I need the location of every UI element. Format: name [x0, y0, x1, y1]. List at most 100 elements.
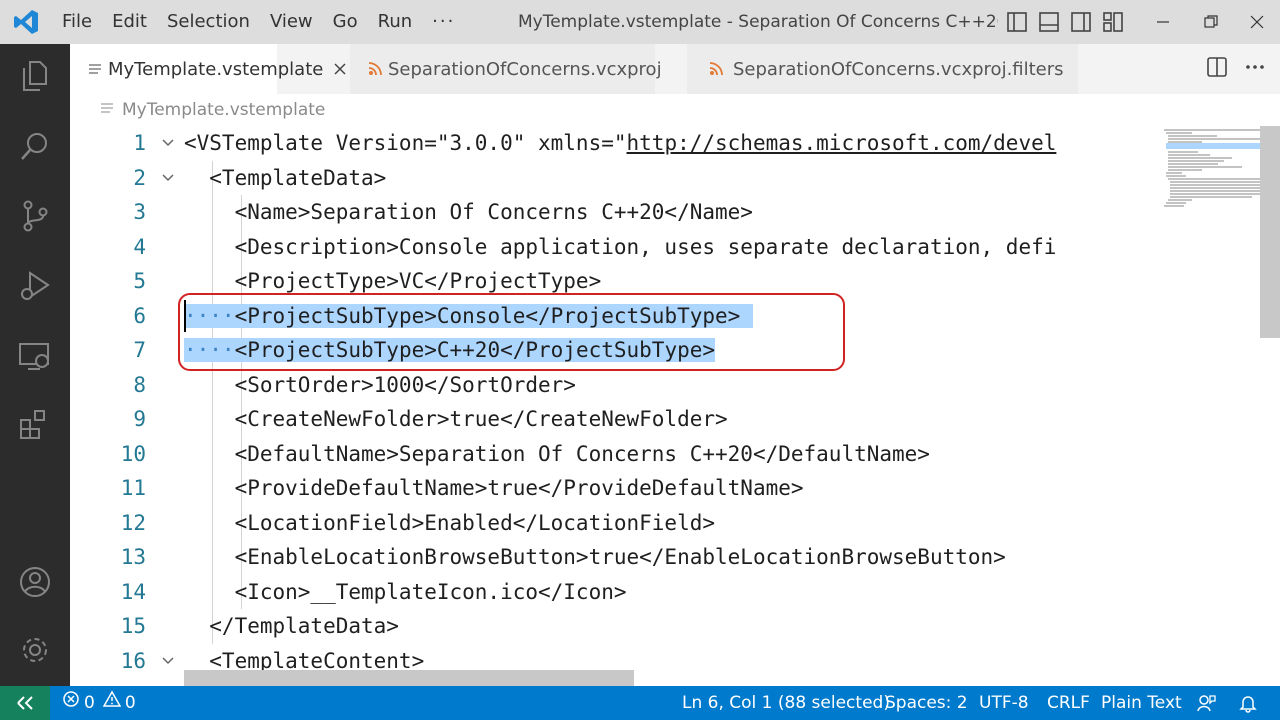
line-number: 11: [120, 476, 146, 500]
split-editor-icon[interactable]: [1206, 56, 1228, 82]
restore-icon[interactable]: [1188, 0, 1234, 44]
close-window-icon[interactable]: [1234, 0, 1280, 44]
tab-vcxproj-filters[interactable]: SeparationOfConcerns.vcxproj.filters: [687, 44, 1079, 94]
search-icon[interactable]: [0, 116, 70, 176]
code-line[interactable]: <ProvideDefaultName>true</ProvideDefault…: [184, 471, 804, 505]
code-line[interactable]: <EnableLocationBrowseButton>true</Enable…: [184, 540, 1006, 574]
file-lines-icon: [88, 62, 102, 76]
layout-controls: [1004, 0, 1126, 44]
fold-chevron-down-icon[interactable]: [160, 170, 176, 186]
namespace-url-link[interactable]: http://schemas.microsoft.com/devel: [627, 131, 1057, 155]
code-text: <Icon>__TemplateIcon.ico</Icon>: [184, 579, 627, 604]
encoding[interactable]: UTF-8: [979, 686, 1029, 720]
line-number: 4: [133, 234, 146, 259]
extensions-icon[interactable]: [0, 394, 70, 454]
menu-selection[interactable]: Selection: [157, 0, 260, 44]
code-area[interactable]: <VSTemplate Version="3.0.0" xmlns="http:…: [184, 126, 1158, 686]
line-number: 8: [133, 372, 146, 397]
line-number: 9: [133, 407, 146, 431]
indentation[interactable]: Spaces: 2: [885, 686, 968, 720]
run-debug-icon[interactable]: [0, 256, 70, 316]
source-control-icon[interactable]: [0, 186, 70, 246]
menu-go[interactable]: Go: [323, 0, 368, 44]
status-bar: 0 0 Ln 6, Col 1 (88 selected) Spaces: 2 …: [0, 686, 1280, 720]
more-actions-icon[interactable]: [1244, 56, 1266, 82]
explorer-icon[interactable]: [0, 46, 70, 106]
code-text: <EnableLocationBrowseButton>true</Enable…: [184, 545, 1006, 569]
error-count: 0: [84, 693, 95, 713]
menu-run[interactable]: Run: [368, 0, 423, 44]
code-editor[interactable]: 1 2 3 4 5 6 7 8 9 10 11 12 13 14 15 16 <VSTemplate Vers…: [70, 126, 1158, 686]
rss-icon: [705, 62, 727, 76]
line-number: 7: [133, 338, 146, 362]
window-title: MyTemplate.vstemplate - Separation Of Co…: [518, 12, 998, 32]
line-number: 14: [120, 579, 146, 604]
code-line[interactable]: <CreateNewFolder>true</CreateNewFolder>: [184, 402, 728, 436]
code-text: <DefaultName>Separation Of Concerns C++2…: [184, 441, 930, 466]
customize-layout-icon[interactable]: [1100, 9, 1126, 35]
editor-actions: [1206, 44, 1266, 94]
line-number: 6: [133, 303, 146, 328]
horizontal-scrollbar[interactable]: [184, 670, 634, 686]
language-mode[interactable]: Plain Text: [1101, 686, 1182, 720]
line-number: 1: [133, 131, 146, 155]
code-text: <TemplateData>: [184, 165, 387, 190]
code-text: <ProvideDefaultName>true</ProvideDefault…: [184, 476, 804, 500]
activity-bar: [0, 44, 70, 686]
fold-chevron-down-icon[interactable]: [160, 653, 176, 669]
tab-mytemplate[interactable]: MyTemplate.vstemplate: [70, 44, 346, 94]
tab-vcxproj[interactable]: SeparationOfConcerns.vcxproj: [350, 44, 662, 94]
vertical-scrollbar[interactable]: [1260, 126, 1280, 338]
minimap[interactable]: [1158, 126, 1266, 686]
close-icon[interactable]: [333, 62, 347, 76]
line-number-gutter: 1 2 3 4 5 6 7 8 9 10 11 12 13 14 15 16: [70, 126, 184, 686]
manage-gear-icon[interactable]: [0, 620, 70, 680]
code-line[interactable]: </TemplateData>: [184, 609, 399, 643]
feedback-icon[interactable]: [1196, 686, 1216, 720]
breadcrumb-file: MyTemplate.vstemplate: [122, 100, 326, 120]
end-of-line[interactable]: CRLF: [1047, 686, 1090, 720]
menu-file[interactable]: File: [52, 0, 102, 44]
cursor-position[interactable]: Ln 6, Col 1 (88 selected): [682, 686, 890, 720]
tab-label: SeparationOfConcerns.vcxproj.filters: [733, 58, 1064, 80]
line-number: 5: [133, 269, 146, 293]
rss-icon: [368, 62, 382, 76]
breadcrumb[interactable]: MyTemplate.vstemplate: [70, 94, 1280, 126]
code-text: <VSTemplate Version="3.0.0" xmlns=": [184, 131, 627, 155]
line-number: 12: [120, 510, 146, 535]
minimize-icon[interactable]: [1140, 0, 1186, 44]
menu-view[interactable]: View: [260, 0, 323, 44]
code-text: <Description>Console application, uses s…: [184, 234, 1057, 259]
line-number: 2: [133, 165, 146, 190]
toggle-secondary-sidebar-icon[interactable]: [1068, 9, 1094, 35]
file-lines-icon: [100, 100, 114, 120]
code-text: <CreateNewFolder>true</CreateNewFolder>: [184, 407, 728, 431]
code-line[interactable]: <Icon>__TemplateIcon.ico</Icon>: [184, 575, 627, 609]
fold-chevron-down-icon[interactable]: [160, 135, 176, 151]
code-line[interactable]: <LocationField>Enabled</LocationField>: [184, 506, 715, 540]
editor-tab-bar: MyTemplate.vstemplate SeparationOfConcer…: [70, 44, 1280, 94]
notifications-bell-icon[interactable]: [1238, 686, 1258, 720]
menu-edit[interactable]: Edit: [102, 0, 157, 44]
code-line[interactable]: <Description>Console application, uses s…: [184, 230, 1057, 264]
vscode-logo-icon: [0, 0, 52, 44]
code-text: <TemplateContent>: [184, 648, 425, 673]
problems-indicator[interactable]: 0 0: [62, 686, 136, 720]
code-line[interactable]: <Name>Separation Of Concerns C++20</Name…: [184, 195, 753, 229]
code-line[interactable]: <VSTemplate Version="3.0.0" xmlns="http:…: [184, 126, 1056, 160]
code-line[interactable]: <TemplateData>: [184, 161, 386, 195]
code-text: <SortOrder>1000</SortOrder>: [184, 372, 576, 397]
line-number: 13: [120, 545, 146, 569]
warning-count: 0: [124, 693, 136, 713]
toggle-sidebar-icon[interactable]: [1004, 9, 1030, 35]
code-text: <LocationField>Enabled</LocationField>: [184, 510, 716, 535]
line-number: 10: [120, 441, 146, 466]
toggle-panel-icon[interactable]: [1036, 9, 1062, 35]
code-line[interactable]: <DefaultName>Separation Of Concerns C++2…: [184, 437, 930, 471]
remote-indicator-icon[interactable]: [0, 686, 50, 720]
menu-more-icon[interactable]: ···: [422, 0, 465, 44]
code-line[interactable]: <SortOrder>1000</SortOrder>: [184, 368, 576, 402]
remote-explorer-icon[interactable]: [0, 326, 70, 386]
code-text: <ProjectType>VC</ProjectType>: [184, 269, 602, 293]
accounts-icon[interactable]: [0, 552, 70, 612]
